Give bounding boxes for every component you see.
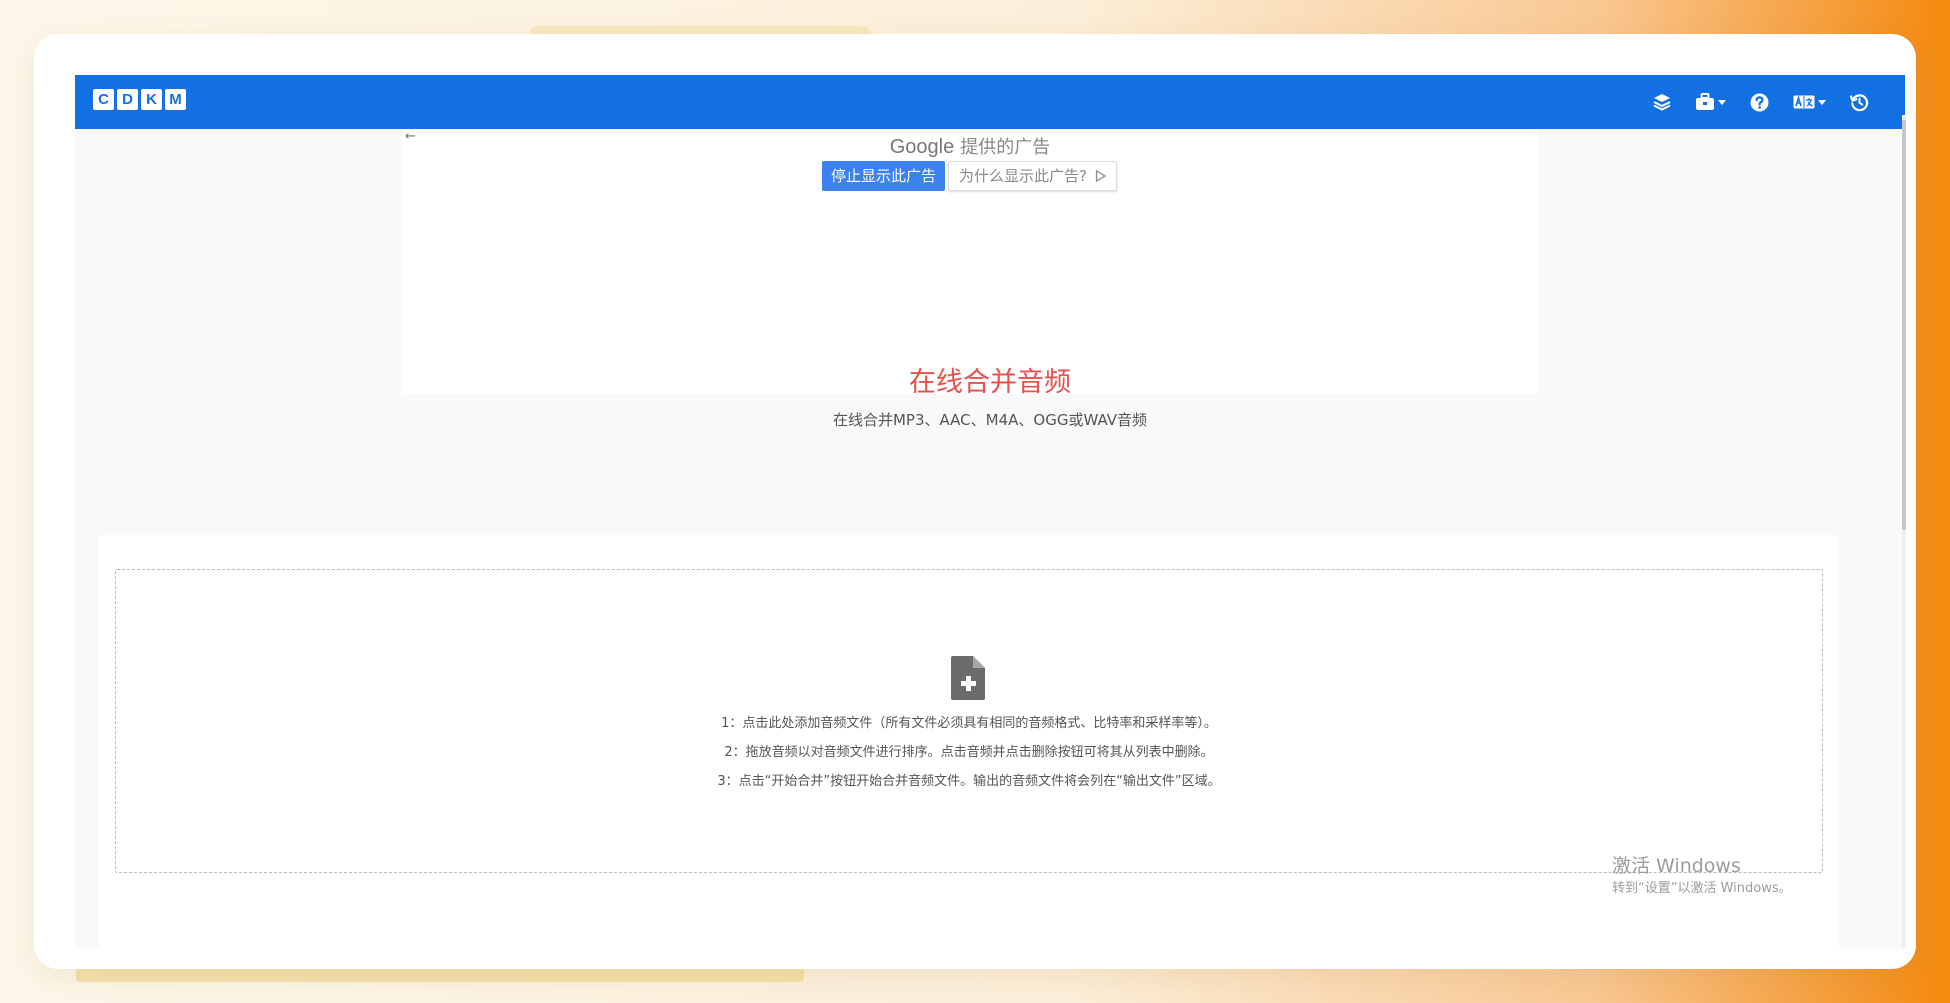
products-button[interactable] bbox=[1653, 90, 1671, 114]
stop-ad-button[interactable]: 停止显示此广告 bbox=[822, 161, 946, 191]
logo-letter-d: D bbox=[117, 89, 138, 110]
file-add-icon bbox=[951, 656, 985, 700]
tools-dropdown[interactable] bbox=[1695, 90, 1726, 114]
translate-icon bbox=[1793, 95, 1815, 109]
layers-icon bbox=[1653, 94, 1671, 111]
adchoices-icon bbox=[1095, 170, 1106, 182]
chevron-down-icon bbox=[1718, 99, 1726, 105]
site-logo[interactable]: C D K M bbox=[93, 89, 186, 110]
chevron-down-icon bbox=[1818, 99, 1826, 105]
history-button[interactable] bbox=[1850, 90, 1869, 114]
navbar-actions bbox=[1653, 90, 1869, 114]
logo-letter-k: K bbox=[141, 89, 162, 110]
browser-window: C D K M ← Google 提供的广告 停止显示此广告 为什么显示此广告?… bbox=[34, 34, 1916, 969]
logo-letter-m: M bbox=[165, 89, 186, 110]
logo-letter-c: C bbox=[93, 89, 114, 110]
windows-activation-watermark-subtitle: 转到“设置”以激活 Windows。 bbox=[1612, 881, 1792, 896]
instruction-step-3: 3：点击“开始合并”按钮开始合并音频文件。输出的音频文件将会列在“输出文件”区域… bbox=[717, 774, 1221, 789]
merge-card: 1：点击此处添加音频文件（所有文件必须具有相同的音频格式、比特率和采样率等）。 … bbox=[99, 535, 1839, 949]
top-navbar: C D K M bbox=[75, 75, 1905, 129]
instruction-step-2: 2：拖放音频以对音频文件进行排序。点击音频并点击删除按钮可将其从列表中删除。 bbox=[724, 745, 1214, 760]
google-ad-frame: ← Google 提供的广告 停止显示此广告 为什么显示此广告? bbox=[402, 129, 1538, 394]
ad-provided-label: 提供的广告 bbox=[960, 137, 1051, 158]
history-icon bbox=[1850, 93, 1869, 111]
google-wordmark: Google bbox=[889, 136, 955, 158]
help-icon bbox=[1750, 93, 1769, 111]
background-decoration-bottom bbox=[76, 968, 804, 982]
ad-feedback-buttons: 停止显示此广告 为什么显示此广告? bbox=[822, 161, 1117, 191]
scrollbar-thumb[interactable] bbox=[1902, 120, 1906, 530]
why-ad-button[interactable]: 为什么显示此广告? bbox=[948, 161, 1117, 191]
page-title: 在线合并音频 bbox=[909, 367, 1071, 398]
page-subtitle: 在线合并MP3、AAC、M4A、OGG或WAV音频 bbox=[832, 411, 1148, 429]
language-dropdown[interactable] bbox=[1793, 90, 1826, 114]
toolbox-icon bbox=[1696, 93, 1714, 110]
why-ad-label: 为什么显示此广告? bbox=[959, 167, 1087, 185]
audio-upload-dropzone[interactable]: 1：点击此处添加音频文件（所有文件必须具有相同的音频格式、比特率和采样率等）。 … bbox=[115, 569, 1823, 873]
help-button[interactable] bbox=[1750, 90, 1769, 114]
instruction-step-1: 1：点击此处添加音频文件（所有文件必须具有相同的音频格式、比特率和采样率等）。 bbox=[721, 716, 1217, 731]
ad-header: Google 提供的广告 bbox=[402, 133, 1538, 159]
windows-activation-watermark-title: 激活 Windows bbox=[1612, 855, 1741, 877]
page-viewport: C D K M ← Google 提供的广告 停止显示此广告 为什么显示此广告?… bbox=[75, 75, 1905, 949]
